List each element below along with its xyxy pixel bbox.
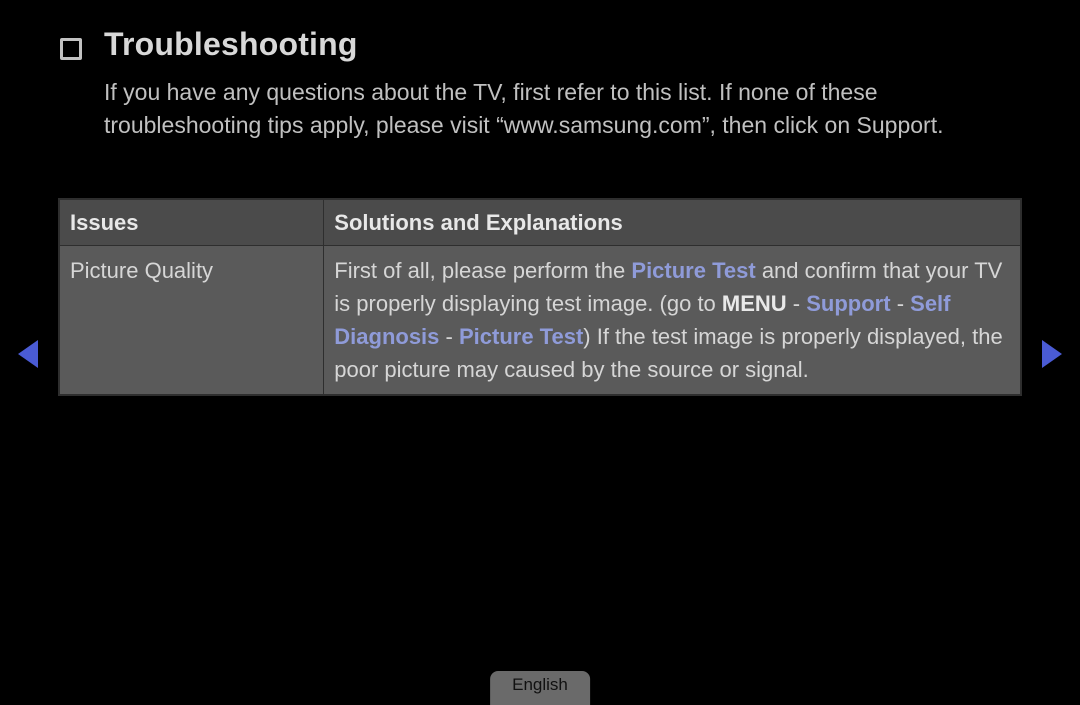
prev-page-arrow[interactable] [18,340,38,368]
troubleshooting-table: Issues Solutions and Explanations Pictur… [58,198,1022,396]
solution-text: - [439,324,459,349]
bold-menu: MENU [722,291,787,316]
highlight-support: Support [806,291,890,316]
solution-text: First of all, please perform the [334,258,631,283]
solution-text: - [787,291,807,316]
next-page-arrow[interactable] [1042,340,1062,368]
intro-paragraph: If you have any questions about the TV, … [104,76,974,143]
highlight-picture-test: Picture Test [631,258,755,283]
highlight-picture-test-2: Picture Test [459,324,583,349]
page-title: Troubleshooting [104,26,358,63]
heading-row: Troubleshooting [60,26,358,63]
cell-solution: First of all, please perform the Picture… [324,246,1021,395]
header-solutions: Solutions and Explanations [324,200,1021,246]
header-issues: Issues [60,200,324,246]
cell-issue: Picture Quality [60,246,324,395]
solution-text: - [891,291,911,316]
bookmark-icon [60,38,82,60]
language-indicator[interactable]: English [490,671,590,705]
table-row: Picture Quality First of all, please per… [60,246,1021,395]
